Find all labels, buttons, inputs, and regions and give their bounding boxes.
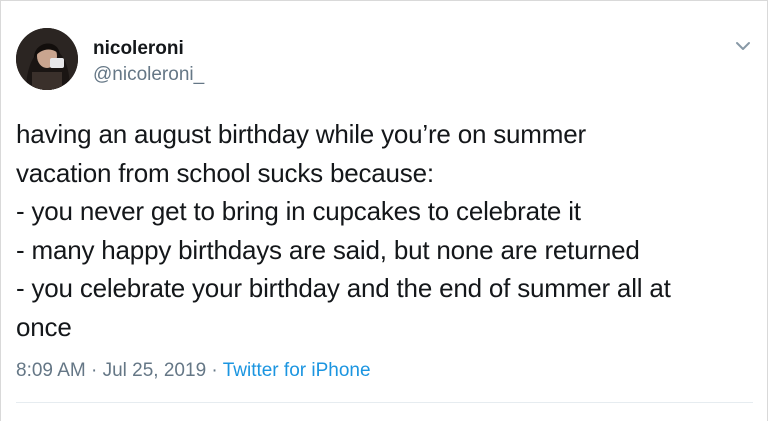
meta-separator: · <box>91 360 98 381</box>
tweet-time[interactable]: 8:09 AM <box>16 360 86 381</box>
chevron-down-icon[interactable] <box>732 37 754 55</box>
tweet-line: once <box>16 311 72 342</box>
avatar-image <box>16 28 78 90</box>
display-name[interactable]: nicoleroni <box>93 38 184 60</box>
tweet-card: nicoleroni @nicoleroni_ having an august… <box>0 0 768 421</box>
tweet-line: - many happy birthdays are said, but non… <box>16 234 640 265</box>
user-handle[interactable]: @nicoleroni_ <box>93 64 204 86</box>
tweet-line: vacation from school sucks because: <box>16 157 434 188</box>
tweet-source-link[interactable]: Twitter for iPhone <box>223 360 371 381</box>
avatar[interactable] <box>16 28 78 90</box>
meta-separator: · <box>211 360 218 381</box>
divider <box>16 402 753 403</box>
tweet-line: having an august birthday while you’re o… <box>16 119 586 149</box>
tweet-date[interactable]: Jul 25, 2019 <box>103 360 207 381</box>
tweet-metadata: 8:09 AM · Jul 25, 2019 · Twitter for iPh… <box>16 359 371 383</box>
tweet-line: - you never get to bring in cupcakes to … <box>16 196 581 227</box>
tweet-text: having an august birthday while you’re o… <box>16 115 756 347</box>
tweet-line: - you celebrate your birthday and the en… <box>16 273 671 304</box>
